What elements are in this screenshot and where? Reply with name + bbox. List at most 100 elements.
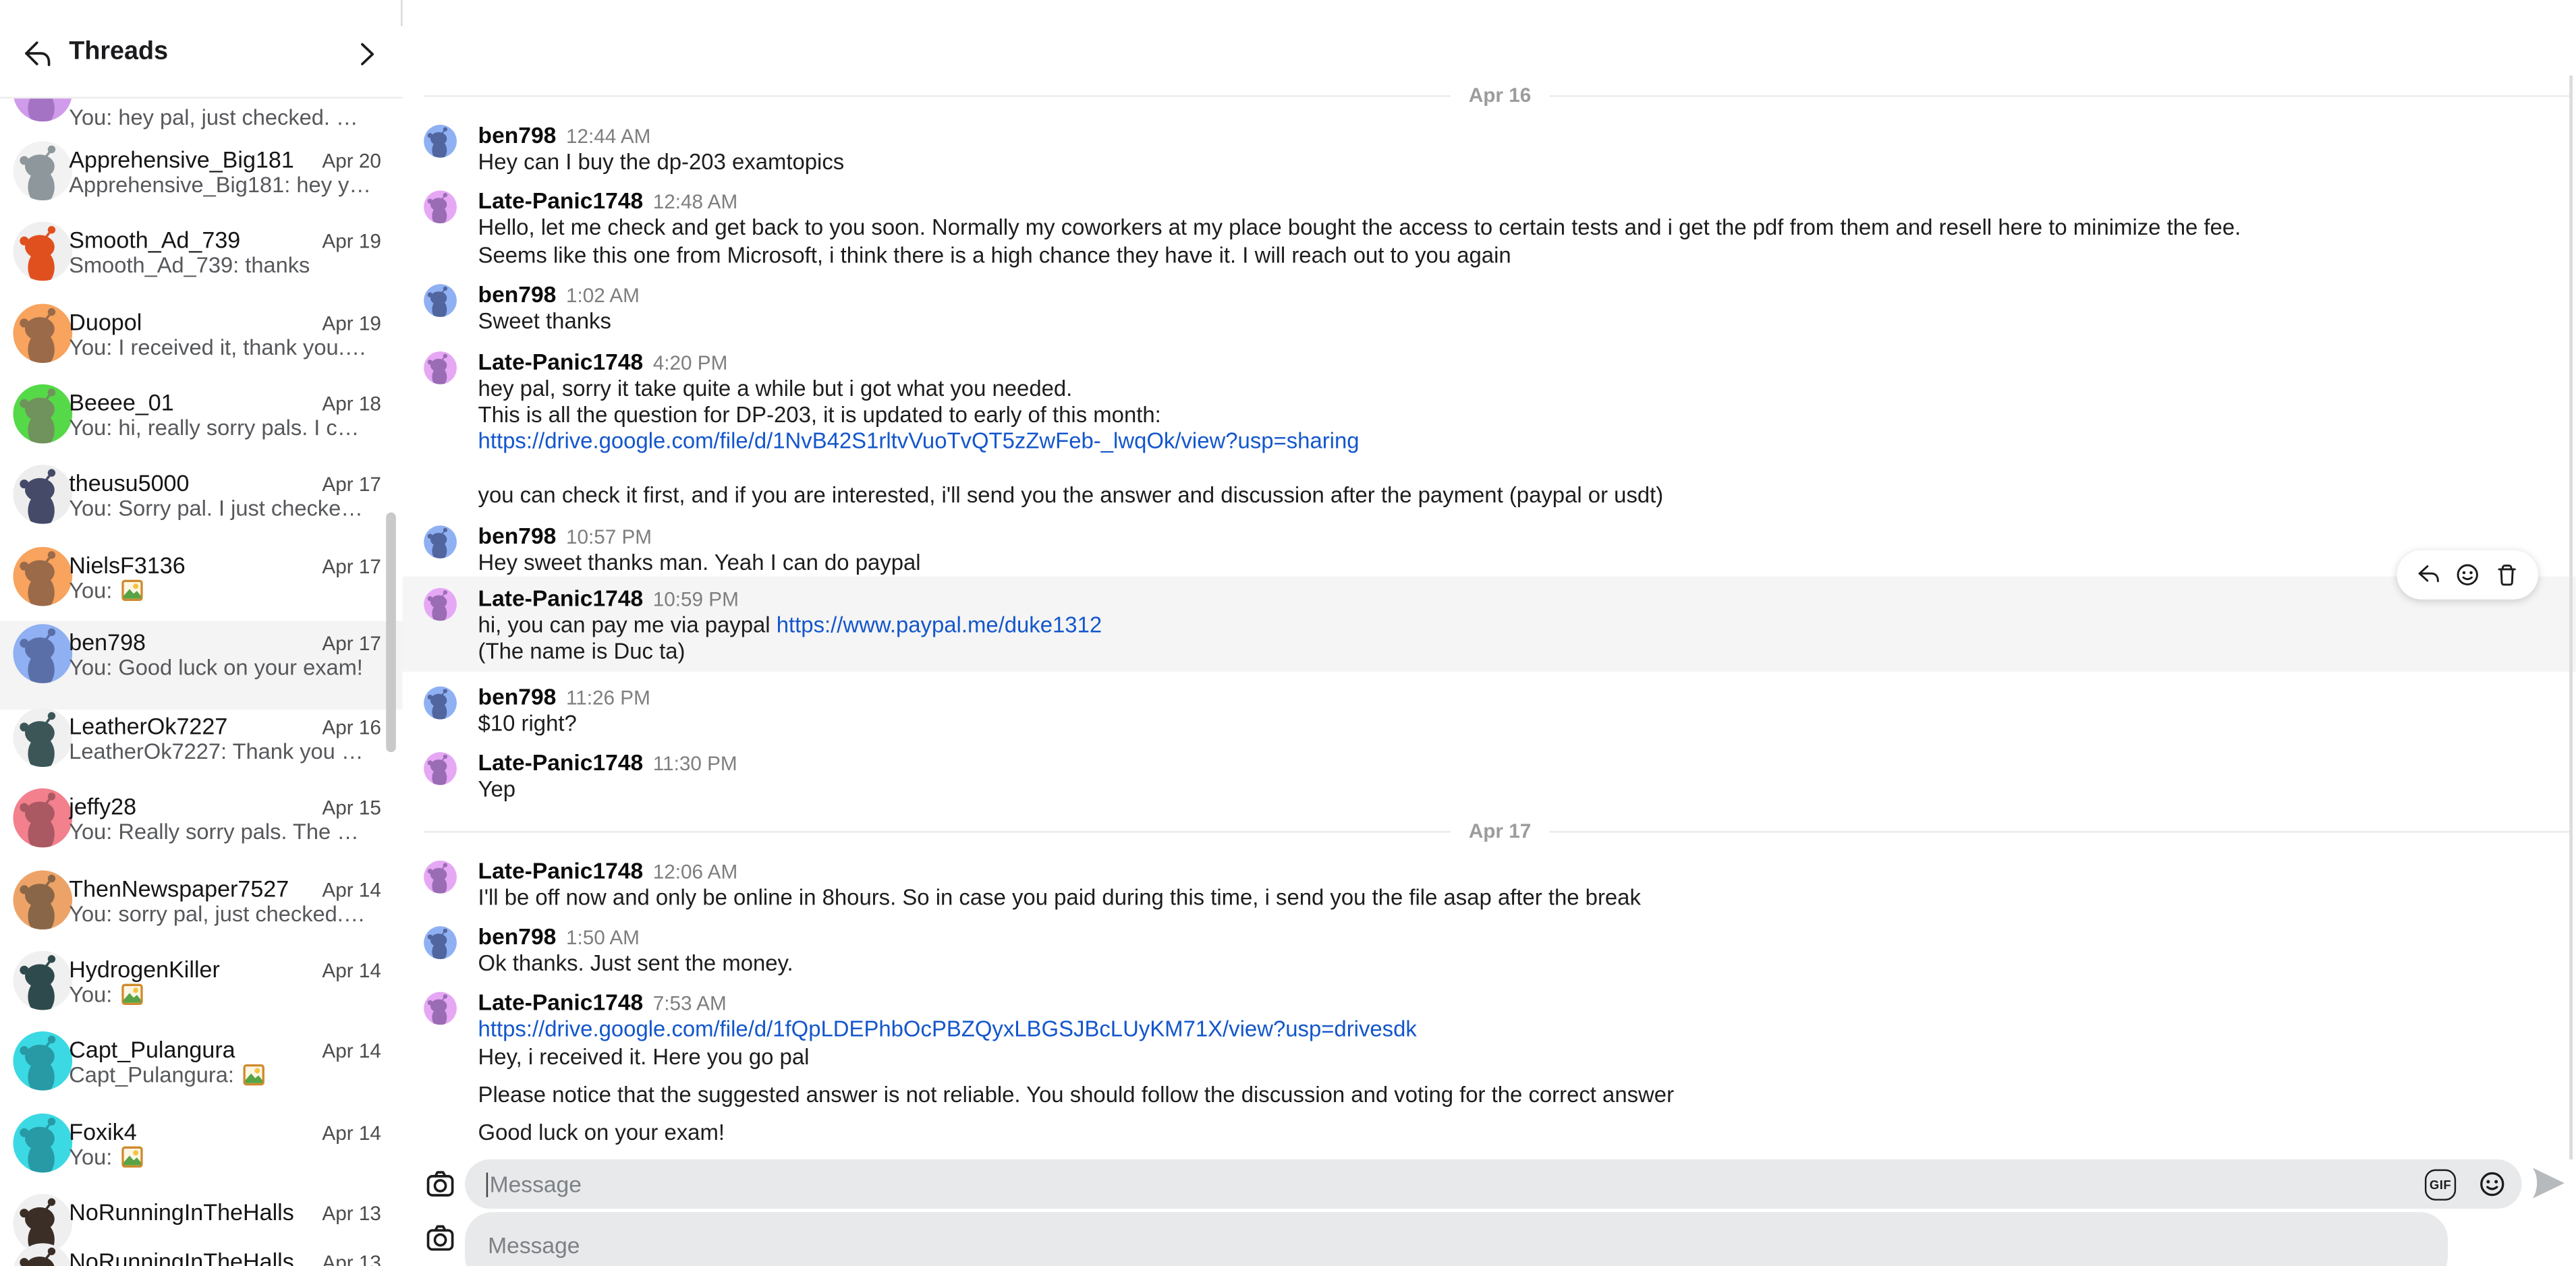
emoji-button[interactable] (2477, 1170, 2507, 1199)
thread-list-item[interactable]: Smooth_Ad_739 Apr 19 Smooth_Ad_739: than… (0, 219, 403, 299)
message-input[interactable] (488, 1220, 2425, 1266)
gif-button[interactable]: GIF (2425, 1168, 2456, 1199)
snoo-avatar-icon (424, 993, 457, 1026)
thread-preview: You: Good luck on your exam! (69, 655, 371, 681)
thread-date: Apr 14 (322, 878, 381, 901)
emoji-reaction-button[interactable] (2455, 562, 2481, 588)
thread-preview-text: You: I received it, thank you. Good luc.… (69, 335, 371, 359)
message-link[interactable]: https://drive.google.com/file/d/1NvB42S1… (478, 430, 1360, 455)
message-author: ben798 (478, 523, 557, 548)
chat-scrollbar[interactable] (2569, 76, 2573, 1159)
message-header: ben7981:02 AM (478, 281, 2576, 309)
thread-name: Apprehensive_Big181 (69, 146, 294, 173)
send-button[interactable] (2530, 1166, 2567, 1201)
thread-avatar (13, 303, 72, 362)
thread-preview-text: You: Sorry pal. I just checked, we didnt… (69, 496, 371, 521)
message-text: (The name is Duc ta) (478, 639, 685, 664)
message-link[interactable]: https://drive.google.com/file/d/1fQpLDEP… (478, 1017, 1417, 1042)
chevron-right-icon (350, 38, 383, 71)
thread-list-item[interactable]: Capt_Pulangura Apr 14 Capt_Pulangura: (0, 1029, 403, 1109)
thread-list-item[interactable]: HydrogenKiller Apr 14 You: (0, 948, 403, 1028)
delete-button[interactable] (2494, 562, 2520, 588)
camera-button[interactable] (424, 1168, 457, 1201)
chat-message: ben79811:26 PM $10 right? (424, 683, 2576, 738)
thread-list-item[interactable]: NoRunningInTheHalls Apr 13 (0, 1240, 403, 1266)
message-body: $10 right? (478, 711, 2576, 738)
chat-message: Late-Panic17484:20 PM hey pal, sorry it … (424, 347, 2576, 510)
thread-name: Beeee_01 (69, 389, 173, 415)
image-icon (121, 984, 143, 1006)
camera-icon (424, 1222, 457, 1255)
thread-list-item[interactable]: jeffy28 Apr 15 You: Really sorry pals. T… (0, 786, 403, 866)
message-avatar (424, 860, 457, 893)
message-line: Please notice that the suggested answer … (478, 1082, 2576, 1109)
thread-preview: You: hey pal, just checked. Unfortunat..… (69, 105, 371, 132)
send-icon (2530, 1166, 2567, 1201)
thread-list-item[interactable]: ben798 Apr 17 You: Good luck on your exa… (0, 621, 403, 709)
thread-list-item[interactable]: Duopol Apr 19 You: I received it, thank … (0, 300, 403, 380)
thread-avatar (13, 465, 72, 525)
thread-list-item[interactable]: Foxik4 Apr 14 You: (0, 1110, 403, 1190)
thread-preview-text: You: sorry pal, just checked. Comptia í.… (69, 901, 371, 926)
message-author: Late-Panic1748 (478, 751, 644, 776)
message-body: hey pal, sorry it take quite a while but… (478, 376, 2576, 511)
thread-date: Apr 14 (322, 1121, 381, 1144)
snoo-avatar-icon (424, 351, 457, 384)
message-author: ben798 (478, 283, 557, 308)
snoo-avatar-icon (424, 753, 457, 786)
thread-date: Apr 17 (322, 473, 381, 496)
back-button[interactable] (20, 36, 56, 73)
message-body: Sweet thanks (478, 309, 2576, 336)
thread-list-item[interactable]: NielsF3136 Apr 17 You: (0, 543, 403, 623)
message-author: Late-Panic1748 (478, 349, 644, 374)
camera-button[interactable] (424, 1222, 457, 1255)
thread-list-item[interactable]: Beeee_01 Apr 18 You: hi, really sorry pa… (0, 381, 403, 461)
message-input-pill (465, 1212, 2448, 1266)
message-author: ben798 (478, 123, 557, 148)
message-header: Late-Panic17487:53 AM (478, 989, 2576, 1017)
message-header: Late-Panic17484:20 PM (478, 347, 2576, 375)
message-author: Late-Panic1748 (478, 586, 644, 611)
thread-list-item[interactable]: LeatherOk7227 Apr 16 LeatherOk7227: Than… (0, 705, 403, 785)
thread-date: Apr 13 (322, 1202, 381, 1225)
message-body: Yep (478, 777, 2576, 804)
message-author: ben798 (478, 925, 557, 950)
thread-date: Apr 19 (322, 231, 381, 254)
message-input[interactable] (490, 1159, 2404, 1209)
message-line: Yep (478, 777, 2576, 804)
thread-avatar (13, 546, 72, 606)
thread-name: NielsF3136 (69, 551, 185, 577)
thread-list-item[interactable]: ThenNewspaper7527 Apr 14 You: sorry pal,… (0, 867, 403, 947)
message-header: Late-Panic174811:30 PM (478, 749, 2576, 777)
message-text: Hey sweet thanks man. Yeah I can do payp… (478, 550, 921, 575)
message-header: ben79811:26 PM (478, 683, 2576, 711)
chat-message: ben7981:50 AM Ok thanks. Just sent the m… (424, 923, 2576, 978)
message-text: Seems like this one from Microsoft, i th… (478, 243, 1511, 268)
thread-preview-text: Smooth_Ad_739: thanks (69, 254, 310, 279)
snoo-avatar-icon (13, 546, 72, 606)
back-arrow-icon (20, 36, 56, 73)
threads-sidebar: You: hey pal, just checked. Unfortunat..… (0, 0, 403, 1266)
thread-name: jeffy28 (69, 794, 136, 820)
thread-date: Apr 18 (322, 393, 381, 415)
thread-date: Apr 19 (322, 312, 381, 335)
snoo-avatar-icon (424, 525, 457, 558)
thread-list-item[interactable]: theusu5000 Apr 17 You: Sorry pal. I just… (0, 462, 403, 542)
chat-message: Late-Panic174811:30 PM Yep (424, 749, 2576, 804)
thread-date: Apr 15 (322, 797, 381, 820)
expand-threads-button[interactable] (350, 38, 383, 71)
chat-message: ben79810:57 PM Hey sweet thanks man. Yea… (424, 521, 2576, 576)
sidebar-header: Threads (0, 0, 403, 98)
message-avatar (424, 125, 457, 158)
thread-preview-text: Capt_Pulangura: (69, 1063, 240, 1088)
message-header: ben7981:50 AM (478, 923, 2576, 951)
thread-name: NoRunningInTheHalls (69, 1199, 294, 1225)
sidebar-scrollbar[interactable] (386, 513, 396, 752)
chat-message: Late-Panic174812:48 AM Hello, let me che… (424, 188, 2576, 270)
thread-name: Foxik4 (69, 1118, 136, 1144)
thread-preview: You: (69, 1144, 371, 1170)
thread-list-item[interactable]: Apprehensive_Big181 Apr 20 Apprehensive_… (0, 138, 403, 219)
chat-panel: Apr 16 ben79812:44 AM Hey can I buy the … (403, 0, 2576, 1266)
message-link[interactable]: https://www.paypal.me/duke1312 (777, 612, 1102, 637)
reply-button[interactable] (2415, 562, 2441, 588)
